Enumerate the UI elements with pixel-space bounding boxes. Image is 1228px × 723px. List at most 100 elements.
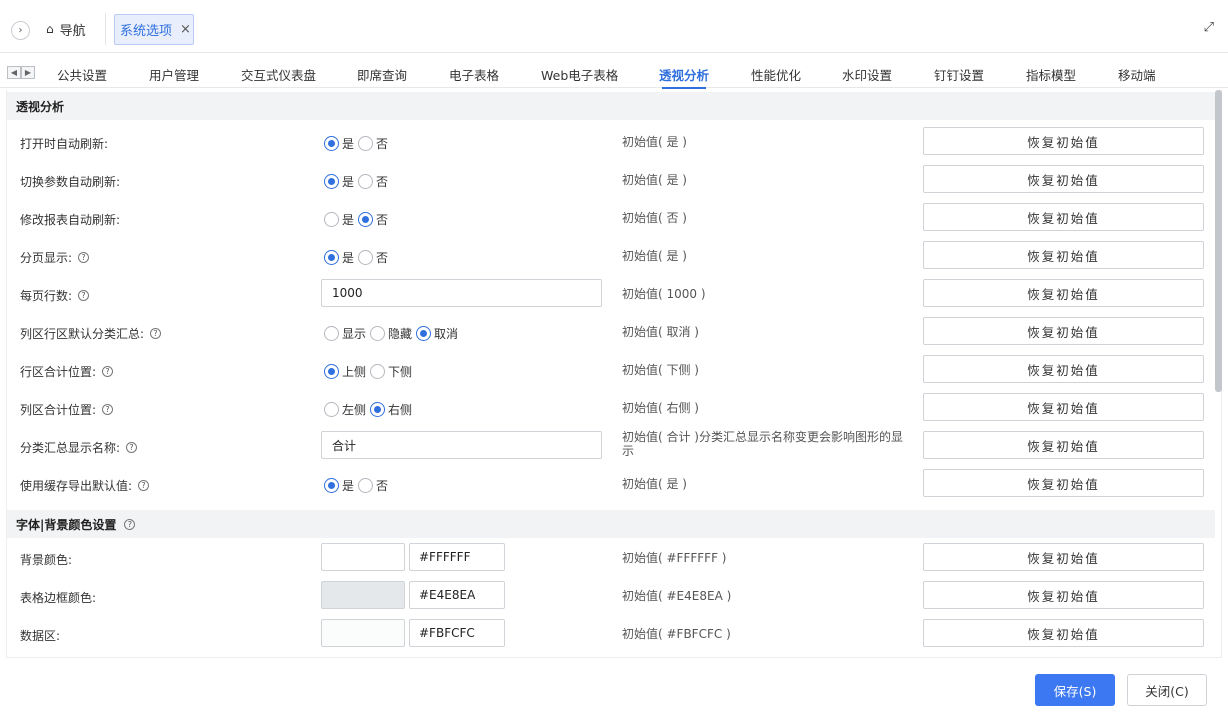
help-icon[interactable]: ? bbox=[102, 404, 114, 415]
help-icon[interactable]: ? bbox=[150, 328, 162, 339]
color-row: 背景颜色: #FFFFFF 初始值( #FFFFFF ) 恢复初始值 bbox=[7, 540, 1215, 578]
color-hex-input[interactable]: #FBFCFC bbox=[409, 619, 505, 647]
initial-value: 初始值( #E4E8EA ) bbox=[622, 589, 732, 603]
color-swatch[interactable] bbox=[321, 657, 405, 658]
radio-option[interactable]: 显示 bbox=[324, 325, 366, 342]
divider bbox=[105, 13, 106, 45]
tab-11[interactable]: 移动端 bbox=[1118, 65, 1156, 84]
reset-button[interactable] bbox=[923, 657, 1204, 658]
radio-option[interactable]: 是 bbox=[324, 135, 354, 152]
tab-2[interactable]: 交互式仪表盘 bbox=[241, 65, 316, 84]
reset-button[interactable]: 恢复初始值 bbox=[923, 581, 1204, 609]
radio-option[interactable]: 是 bbox=[324, 211, 354, 228]
help-icon[interactable]: ? bbox=[124, 518, 136, 530]
reset-button[interactable]: 恢复初始值 bbox=[923, 393, 1204, 421]
radio-option[interactable]: 否 bbox=[358, 173, 388, 190]
reset-button[interactable]: 恢复初始值 bbox=[923, 317, 1204, 345]
radio-label: 左侧 bbox=[342, 403, 367, 417]
reset-button[interactable]: 恢复初始值 bbox=[923, 241, 1204, 269]
setting-row: 切换参数自动刷新: 是否初始值( 是 ) 恢复初始值 bbox=[7, 162, 1215, 200]
reset-button[interactable]: 恢复初始值 bbox=[923, 279, 1204, 307]
radio-option[interactable]: 否 bbox=[358, 249, 388, 266]
setting-label: 列区行区默认分类汇总:? bbox=[20, 325, 162, 342]
setting-label-text: 行区合计位置: bbox=[20, 365, 97, 379]
close-icon[interactable]: × bbox=[180, 22, 191, 37]
color-swatch[interactable] bbox=[321, 581, 405, 609]
tab-10[interactable]: 指标模型 bbox=[1026, 65, 1076, 84]
radio-group: 是否 bbox=[324, 211, 392, 228]
close-button[interactable]: 关闭(C) bbox=[1127, 674, 1207, 706]
setting-input[interactable]: 1000 bbox=[321, 279, 602, 307]
radio-circle bbox=[324, 326, 339, 341]
reset-button[interactable]: 恢复初始值 bbox=[923, 203, 1204, 231]
color-swatch[interactable] bbox=[321, 619, 405, 647]
radio-option[interactable]: 否 bbox=[358, 477, 388, 494]
reset-button[interactable]: 恢复初始值 bbox=[923, 127, 1204, 155]
vertical-scrollbar[interactable] bbox=[1215, 90, 1222, 392]
settings-tabs: ◀ ▶ 公共设置 用户管理 交互式仪表盘 即席查询 电子表格 Web电子表格 透视分析 性能优… bbox=[0, 54, 1228, 89]
chevron-right-icon[interactable]: › bbox=[11, 21, 30, 40]
initial-value: 初始值( 是 ) bbox=[622, 477, 687, 491]
radio-option[interactable]: 下侧 bbox=[370, 363, 412, 380]
expand-icon[interactable]: ⤢ bbox=[1204, 20, 1214, 35]
initial-value: 初始值( 下侧 ) bbox=[622, 363, 699, 377]
setting-label: 每页行数:? bbox=[20, 287, 90, 304]
setting-label-text: 切换参数自动刷新: bbox=[20, 175, 121, 189]
reset-button[interactable]: 恢复初始值 bbox=[923, 469, 1204, 497]
color-hex-input[interactable] bbox=[409, 657, 505, 658]
setting-row: 列区行区默认分类汇总:? 显示 隐藏 取消 初始值( 取消 ) 恢复初始值 bbox=[7, 314, 1215, 352]
initial-value: 初始值( 右侧 ) bbox=[622, 401, 699, 415]
tab-1[interactable]: 用户管理 bbox=[149, 65, 199, 84]
reset-button[interactable]: 恢复初始值 bbox=[923, 543, 1204, 571]
radio-option[interactable]: 隐藏 bbox=[370, 325, 412, 342]
radio-option[interactable]: 是 bbox=[324, 249, 354, 266]
help-icon[interactable]: ? bbox=[126, 442, 138, 453]
tab-7[interactable]: 性能优化 bbox=[751, 65, 801, 84]
reset-button[interactable]: 恢复初始值 bbox=[923, 355, 1204, 383]
scroll-left-icon[interactable]: ◀ bbox=[7, 66, 21, 79]
radio-option[interactable]: 否 bbox=[358, 135, 388, 152]
setting-label: 分类汇总显示名称:? bbox=[20, 439, 138, 456]
radio-option[interactable]: 是 bbox=[324, 173, 354, 190]
help-icon[interactable]: ? bbox=[138, 480, 150, 491]
tab-3[interactable]: 即席查询 bbox=[357, 65, 407, 84]
nav-home-link[interactable]: ⌂ 导航 bbox=[46, 18, 86, 40]
tab-5[interactable]: Web电子表格 bbox=[541, 65, 618, 84]
radio-label: 是 bbox=[342, 251, 355, 265]
radio-group: 是否 bbox=[324, 173, 392, 190]
tab-9[interactable]: 钉钉设置 bbox=[934, 65, 984, 84]
settings-panel: 透视分析 打开时自动刷新: 是否初始值( 是 ) 恢复初始值 切换参数自动刷新: 是否初始… bbox=[6, 90, 1222, 658]
reset-button[interactable]: 恢复初始值 bbox=[923, 431, 1204, 459]
save-button[interactable]: 保存(S) bbox=[1035, 674, 1115, 706]
setting-label: 修改报表自动刷新: bbox=[20, 211, 120, 228]
setting-row: 使用缓存导出默认值:? 是否初始值( 是 ) 恢复初始值 bbox=[7, 466, 1215, 504]
radio-label: 是 bbox=[342, 213, 355, 227]
radio-circle bbox=[358, 212, 374, 227]
radio-circle bbox=[370, 364, 386, 379]
tab-system-options[interactable]: 系统选项 × bbox=[114, 14, 194, 45]
reset-button[interactable]: 恢复初始值 bbox=[923, 619, 1204, 647]
color-swatch[interactable] bbox=[321, 543, 405, 571]
tab-8[interactable]: 水印设置 bbox=[842, 65, 892, 84]
radio-group: 是否 bbox=[324, 135, 392, 152]
radio-circle bbox=[358, 478, 374, 493]
radio-option[interactable]: 右侧 bbox=[370, 401, 412, 418]
radio-option[interactable]: 左侧 bbox=[324, 401, 366, 418]
tab-4[interactable]: 电子表格 bbox=[449, 65, 499, 84]
tab-0[interactable]: 公共设置 bbox=[57, 65, 107, 84]
radio-option[interactable]: 是 bbox=[324, 477, 354, 494]
color-hex-input[interactable]: #E4E8EA bbox=[409, 581, 505, 609]
help-icon[interactable]: ? bbox=[78, 290, 90, 301]
radio-circle bbox=[324, 212, 339, 227]
help-icon[interactable]: ? bbox=[78, 252, 90, 263]
radio-option[interactable]: 取消 bbox=[416, 325, 458, 342]
help-icon[interactable]: ? bbox=[102, 366, 114, 377]
setting-input[interactable]: 合计 bbox=[321, 431, 602, 459]
color-hex-input[interactable]: #FFFFFF bbox=[409, 543, 505, 571]
radio-option[interactable]: 否 bbox=[358, 211, 388, 228]
radio-option[interactable]: 上侧 bbox=[324, 363, 366, 380]
scroll-right-icon[interactable]: ▶ bbox=[21, 66, 35, 79]
radio-label: 否 bbox=[376, 175, 389, 189]
tab-6[interactable]: 透视分析 bbox=[659, 65, 709, 89]
reset-button[interactable]: 恢复初始值 bbox=[923, 165, 1204, 193]
